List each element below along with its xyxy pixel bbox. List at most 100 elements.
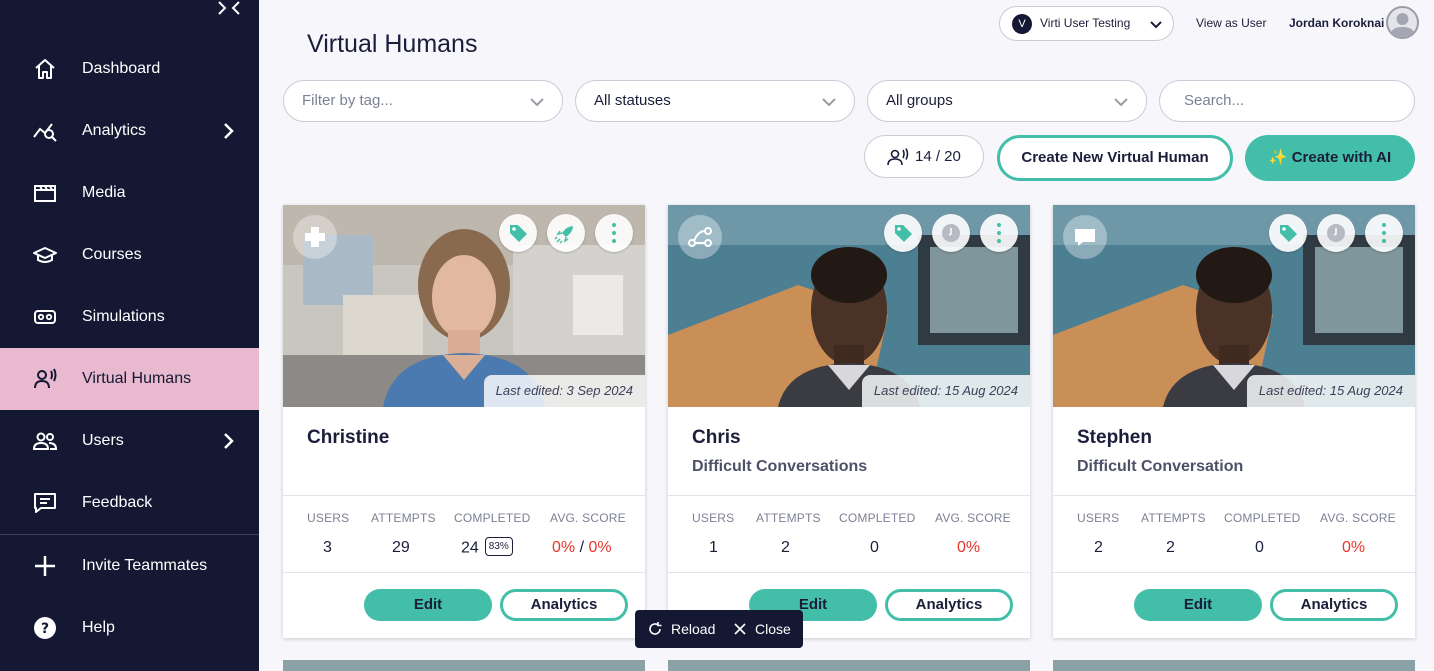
edit-button[interactable]: Edit	[364, 589, 492, 621]
chevron-down-icon	[1150, 18, 1162, 30]
chevron-right-icon	[222, 432, 236, 450]
sidebar-item-dashboard[interactable]: Dashboard	[0, 38, 259, 100]
stat-label-avg-score: AVG. SCORE	[550, 511, 626, 525]
status-filter-value: All statuses	[594, 92, 671, 109]
sidebar-item-courses[interactable]: Courses	[0, 224, 259, 286]
sidebar-item-analytics[interactable]: Analytics	[0, 100, 259, 162]
virtual-human-card-partial	[1053, 660, 1415, 671]
sidebar-item-label: Feedback	[82, 494, 153, 511]
more-options-icon[interactable]	[595, 214, 633, 252]
virtual-human-card: Last edited: 15 Aug 2024 Stephen Difficu…	[1053, 205, 1415, 638]
search-input[interactable]: Search...	[1159, 80, 1415, 122]
card-thumbnail[interactable]: Last edited: 15 Aug 2024	[1053, 205, 1415, 407]
stat-value-completed: 0	[870, 539, 879, 556]
stat-label-completed: COMPLETED	[839, 511, 916, 525]
create-virtual-human-button[interactable]: Create New Virtual Human	[997, 135, 1233, 181]
analytics-button[interactable]: Analytics	[1270, 589, 1398, 621]
sidebar-item-invite-teammates[interactable]: Invite Teammates	[0, 535, 259, 597]
tag-icon[interactable]	[499, 214, 537, 252]
stat-value-avg-score: 0% / 0%	[552, 539, 612, 557]
card-divider	[283, 495, 645, 496]
analytics-button[interactable]: Analytics	[500, 589, 628, 621]
virtual-human-card: Last edited: 15 Aug 2024 Chris Difficult…	[668, 205, 1030, 638]
avg-score-a: 0%	[552, 539, 576, 556]
create-with-ai-button[interactable]: ✨ Create with AI	[1245, 135, 1415, 181]
completion-percent-badge: 83%	[484, 537, 513, 556]
branching-icon	[678, 215, 722, 259]
vr-headset-icon	[32, 305, 58, 329]
sidebar-item-simulations[interactable]: Simulations	[0, 286, 259, 348]
card-divider	[283, 572, 645, 573]
close-button[interactable]: Close	[733, 610, 791, 648]
sidebar-item-media[interactable]: Media	[0, 162, 259, 224]
update-toast: Reload Close	[635, 610, 803, 648]
card-subtitle: Difficult Conversations	[692, 458, 868, 475]
status-filter-select[interactable]: All statuses	[575, 80, 855, 122]
reload-icon	[649, 622, 662, 635]
organisation-select[interactable]: V Virti User Testing	[999, 6, 1174, 41]
stat-label-attempts: ATTEMPTS	[756, 511, 821, 525]
page-title: Virtual Humans	[307, 30, 478, 58]
org-name: Virti User Testing	[1040, 16, 1131, 30]
virtual-human-card-partial	[668, 660, 1030, 671]
tag-icon[interactable]	[884, 214, 922, 252]
plus-icon	[32, 554, 58, 578]
graduation-cap-icon	[32, 243, 58, 267]
sidebar-item-feedback[interactable]: Feedback	[0, 472, 259, 534]
stat-value-attempts: 2	[1166, 539, 1175, 556]
speaking-person-icon	[32, 367, 58, 391]
card-title[interactable]: Christine	[307, 427, 389, 449]
stat-label-completed: COMPLETED	[454, 511, 531, 525]
card-title[interactable]: Stephen	[1077, 427, 1152, 449]
sidebar-item-virtual-humans[interactable]: Virtual Humans	[0, 348, 259, 410]
stat-value-completed: 24 83%	[461, 537, 513, 558]
analytics-icon	[32, 119, 58, 143]
sidebar-item-label: Courses	[82, 246, 142, 263]
stat-value-avg-score: 0%	[1342, 539, 1366, 556]
user-name[interactable]: Jordan Koroknai	[1289, 16, 1384, 30]
tag-filter-placeholder: Filter by tag...	[302, 92, 393, 109]
more-options-icon[interactable]	[1365, 214, 1403, 252]
stat-value-attempts: 2	[781, 539, 790, 556]
analytics-button[interactable]: Analytics	[885, 589, 1013, 621]
last-edited-date: Last edited: 15 Aug 2024	[861, 375, 1030, 407]
sidebar-item-help[interactable]: ? Help	[0, 597, 259, 659]
reload-button[interactable]: Reload	[647, 610, 715, 648]
avatar[interactable]	[1386, 6, 1419, 39]
stat-value-avg-score: 0%	[957, 539, 981, 556]
edit-button[interactable]: Edit	[1134, 589, 1262, 621]
org-logo: V	[1012, 14, 1032, 34]
clock-icon[interactable]	[932, 214, 970, 252]
seat-count-text: 14 / 20	[915, 148, 961, 165]
stat-value-users: 3	[323, 539, 332, 556]
card-thumbnail[interactable]: Last edited: 3 Sep 2024	[283, 205, 645, 407]
chevron-right-icon	[222, 122, 236, 140]
sidebar-item-users[interactable]: Users	[0, 410, 259, 472]
svg-text:?: ?	[41, 621, 49, 637]
clapperboard-icon	[32, 181, 58, 205]
card-title[interactable]: Chris	[692, 427, 741, 449]
sidebar-item-label: Help	[82, 619, 115, 636]
stat-completed-count: 24	[461, 539, 479, 557]
card-thumbnail[interactable]: Last edited: 15 Aug 2024	[668, 205, 1030, 407]
sidebar-item-label: Analytics	[82, 122, 147, 139]
group-filter-select[interactable]: All groups	[867, 80, 1147, 122]
reload-label: Reload	[671, 621, 716, 637]
chevron-down-icon	[530, 95, 544, 107]
stat-value-users: 2	[1094, 539, 1103, 556]
more-options-icon[interactable]	[980, 214, 1018, 252]
view-as-user-link[interactable]: View as User	[1196, 16, 1266, 30]
clock-icon[interactable]	[1317, 214, 1355, 252]
collapse-sidebar-icon[interactable]	[216, 0, 242, 16]
seat-count-badge: 14 / 20	[864, 135, 984, 178]
virtual-human-card-partial	[283, 660, 645, 671]
tag-filter-select[interactable]: Filter by tag...	[283, 80, 563, 122]
sidebar-item-label: Virtual Humans	[82, 370, 192, 387]
sidebar-item-label: Media	[82, 184, 126, 201]
chevron-down-icon	[1114, 95, 1128, 107]
rocket-icon[interactable]	[547, 214, 585, 252]
tag-icon[interactable]	[1269, 214, 1307, 252]
close-label: Close	[755, 621, 791, 637]
stat-value-users: 1	[709, 539, 718, 556]
stat-label-avg-score: AVG. SCORE	[1320, 511, 1396, 525]
